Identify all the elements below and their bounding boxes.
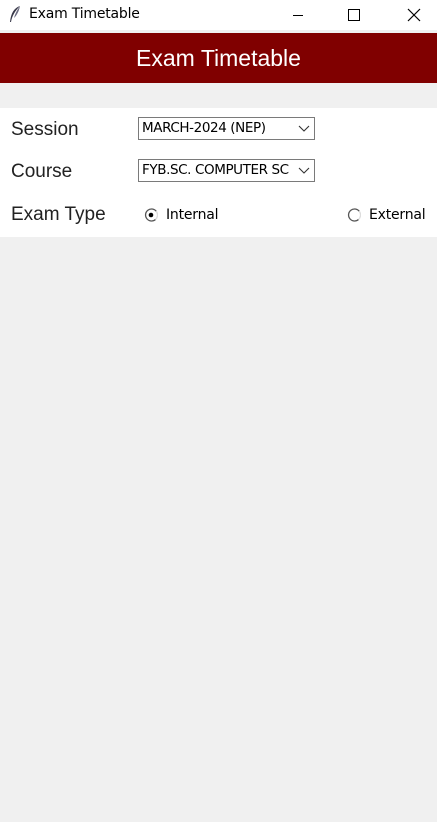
chevron-down-icon: [298, 167, 310, 174]
session-select-value: MARCH-2024 (NEP): [142, 121, 266, 136]
maximize-button[interactable]: [331, 0, 377, 30]
maximize-icon: [348, 9, 360, 21]
chevron-down-icon: [298, 125, 310, 132]
window-title: Exam Timetable: [29, 6, 140, 22]
radio-unselected-icon: [347, 208, 361, 222]
feather-icon: [8, 5, 22, 23]
session-select[interactable]: MARCH-2024 (NEP): [138, 117, 315, 140]
header-banner: Exam Timetable: [0, 33, 437, 83]
window-titlebar[interactable]: Exam Timetable: [0, 0, 437, 30]
course-select-value: FYB.SC. COMPUTER SC: [142, 163, 289, 178]
course-label: Course: [11, 161, 73, 182]
radio-external[interactable]: External: [347, 207, 426, 223]
close-icon: [407, 8, 421, 22]
course-select[interactable]: FYB.SC. COMPUTER SC: [138, 159, 315, 182]
radio-internal-label: Internal: [166, 207, 219, 223]
minimize-button[interactable]: [275, 0, 321, 30]
exam-type-label: Exam Type: [11, 204, 106, 225]
radio-internal[interactable]: Internal: [144, 207, 219, 223]
session-label: Session: [11, 119, 79, 140]
radio-selected-icon: [144, 208, 158, 222]
radio-external-label: External: [369, 207, 426, 223]
minimize-icon: [293, 15, 303, 16]
page-title: Exam Timetable: [136, 44, 301, 71]
close-button[interactable]: [391, 0, 437, 30]
